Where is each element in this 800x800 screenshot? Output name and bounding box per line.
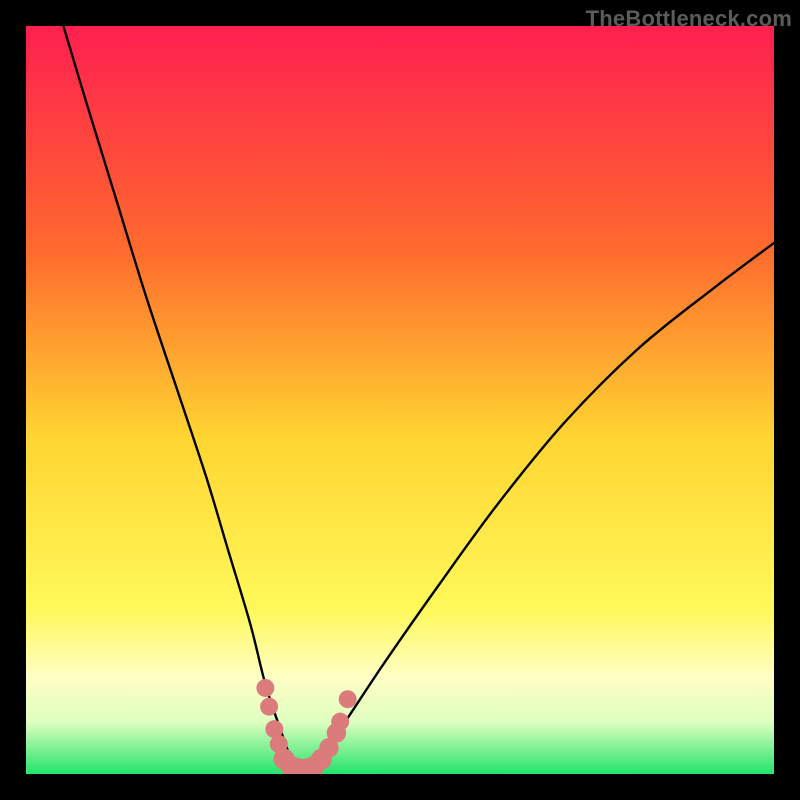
highlight-dot xyxy=(331,713,349,731)
chart-frame: TheBottleneck.com xyxy=(0,0,800,800)
watermark-text: TheBottleneck.com xyxy=(586,6,792,32)
gradient-background xyxy=(26,26,774,774)
plot-area xyxy=(26,26,774,774)
chart-svg xyxy=(26,26,774,774)
highlight-dot xyxy=(256,679,274,697)
highlight-dot xyxy=(260,698,278,716)
highlight-dot xyxy=(339,690,357,708)
